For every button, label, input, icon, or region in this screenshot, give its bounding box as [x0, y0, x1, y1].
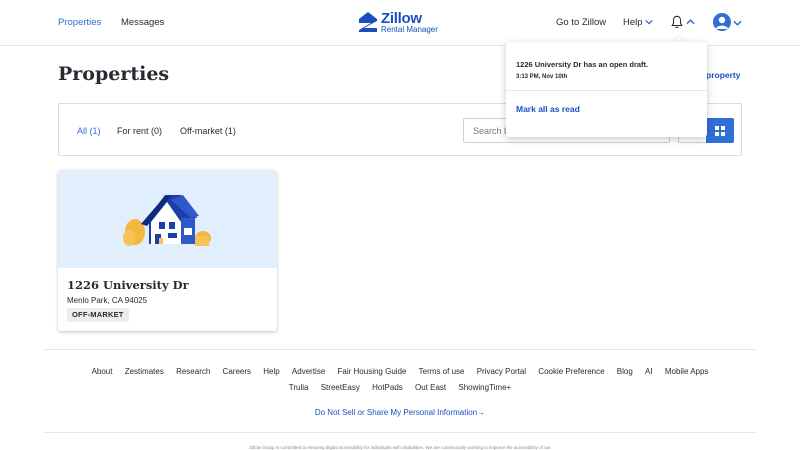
footer-link-privacy[interactable]: Privacy Portal: [477, 367, 526, 376]
do-not-sell-link[interactable]: Do Not Sell or Share My Personal Informa…: [0, 408, 800, 417]
tab-all[interactable]: All (1): [77, 126, 101, 136]
logo-subtitle: Rental Manager: [381, 25, 438, 34]
footer-link-streeteasy[interactable]: StreetEasy: [321, 383, 360, 392]
footer-link-out-east[interactable]: Out East: [415, 383, 446, 392]
footer-link-help[interactable]: Help: [263, 367, 279, 376]
grid-view-button[interactable]: [706, 118, 734, 143]
nav-messages-link[interactable]: Messages: [121, 17, 164, 28]
footer-divider: [44, 349, 756, 350]
chevron-down-icon[interactable]: [733, 20, 742, 26]
footer-link-blog[interactable]: Blog: [617, 367, 633, 376]
footer-link-showingtime[interactable]: ShowingTime+: [458, 383, 511, 392]
notifications-dropdown: 1226 University Dr has an open draft. 3:…: [506, 42, 707, 137]
chevron-up-icon[interactable]: [686, 19, 695, 25]
property-image: [58, 170, 277, 268]
footer-link-cookie[interactable]: Cookie Preference: [538, 367, 604, 376]
footer-divider: [44, 432, 756, 433]
go-to-zillow-link[interactable]: Go to Zillow: [556, 17, 606, 28]
property-card[interactable]: 1226 University Dr Menlo Park, CA 94025 …: [58, 170, 277, 331]
bell-icon[interactable]: [670, 15, 684, 29]
footer-link-mobile-apps[interactable]: Mobile Apps: [665, 367, 709, 376]
footer-links-row1: About Zestimates Research Careers Help A…: [0, 367, 800, 376]
notification-message[interactable]: 1226 University Dr has an open draft.: [516, 60, 648, 69]
tab-off-market[interactable]: Off-market (1): [180, 126, 236, 136]
footer-link-advertise[interactable]: Advertise: [292, 367, 325, 376]
add-property-link[interactable]: property: [706, 70, 740, 80]
notification-time: 3:13 PM, Nov 10th: [516, 74, 568, 80]
property-address[interactable]: 1226 University Dr: [67, 278, 189, 292]
zillow-logo[interactable]: Zillow Rental Manager: [358, 10, 448, 36]
help-label: Help: [623, 17, 643, 28]
footer-link-trulia[interactable]: Trulia: [289, 383, 309, 392]
chevron-down-icon: [645, 20, 653, 25]
footer-link-ai[interactable]: AI: [645, 367, 653, 376]
footer-link-careers[interactable]: Careers: [223, 367, 251, 376]
footer-link-terms[interactable]: Terms of use: [419, 367, 465, 376]
nav-properties-link[interactable]: Properties: [58, 17, 101, 28]
footer-links-row2: Trulia StreetEasy HotPads Out East Showi…: [0, 383, 800, 392]
status-badge: OFF-MARKET: [67, 308, 129, 322]
mark-all-read-button[interactable]: Mark all as read: [516, 104, 580, 114]
user-avatar[interactable]: [713, 13, 731, 31]
tab-for-rent[interactable]: For rent (0): [117, 126, 162, 136]
footer-link-fair-housing[interactable]: Fair Housing Guide: [338, 367, 407, 376]
house-illustration-icon: [123, 195, 211, 246]
zillow-logo-icon: [359, 12, 377, 32]
footer-link-zestimates[interactable]: Zestimates: [125, 367, 164, 376]
footer-link-hotpads[interactable]: HotPads: [372, 383, 403, 392]
grid-view-icon: [715, 126, 725, 136]
help-menu-button[interactable]: Help: [623, 17, 653, 28]
footer-link-research[interactable]: Research: [176, 367, 210, 376]
property-city: Menlo Park, CA 94025: [67, 296, 148, 305]
page-title: Properties: [58, 63, 170, 85]
dropdown-divider: [506, 90, 707, 91]
user-avatar-icon: [716, 16, 728, 29]
footer-link-about[interactable]: About: [92, 367, 113, 376]
accessibility-statement: Zillow Group is committed to ensuring di…: [249, 445, 551, 450]
